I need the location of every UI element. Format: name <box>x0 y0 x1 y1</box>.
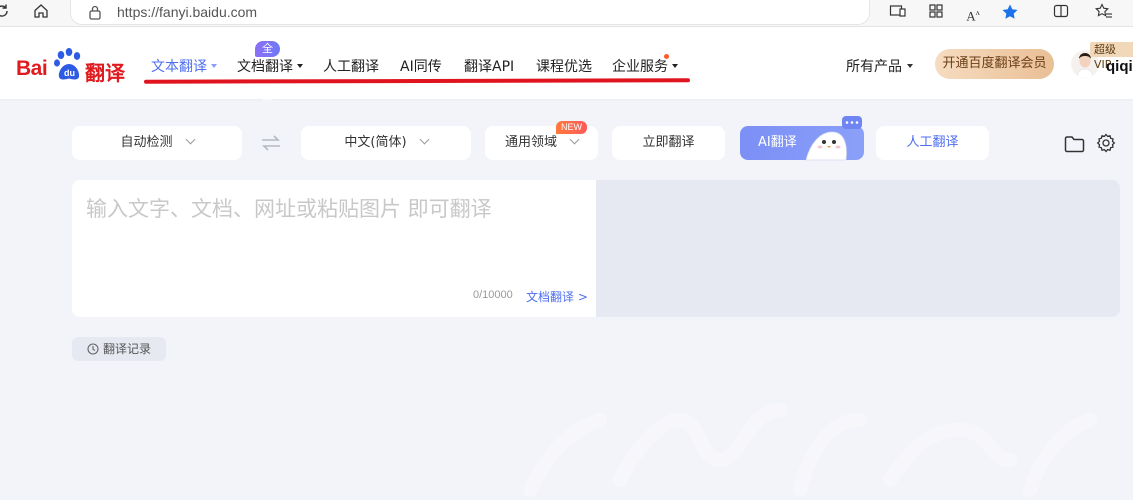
lock-icon[interactable] <box>88 4 102 20</box>
refresh-icon[interactable] <box>0 3 12 23</box>
read-aloud-icon[interactable]: Aʌ <box>963 3 983 23</box>
split-screen-icon[interactable] <box>1051 3 1071 23</box>
favorite-star-icon[interactable] <box>1000 3 1020 23</box>
red-annotation-underline <box>143 78 691 84</box>
logo-text-bai: Bai <box>16 57 48 80</box>
site-header: Bai du 翻译 文本翻译 全新升级 文档翻译 人工翻译 AI同传 翻译API… <box>0 27 1133 103</box>
target-language-label: 中文(简体) <box>344 135 407 150</box>
caret-down-icon <box>907 64 913 68</box>
caret-down-icon <box>672 64 678 68</box>
baidu-fanyi-logo[interactable]: Bai du 翻译 <box>16 45 126 85</box>
source-text-input-placeholder[interactable]: 输入文字、文档、网址或粘贴图片 即可翻译 <box>86 193 492 223</box>
doc-translate-link[interactable]: 文档翻译 > <box>526 288 588 305</box>
address-bar[interactable]: https://fanyi.baidu.com <box>70 0 870 25</box>
hot-dot-indicator <box>664 54 669 59</box>
logo-text-fanyi: 翻译 <box>85 61 125 85</box>
reader-mode-icon[interactable] <box>888 3 908 23</box>
nav-label: 文本翻译 <box>151 59 207 75</box>
translate-now-button[interactable]: 立即翻译 <box>612 126 725 160</box>
nav-courses[interactable]: 课程优选 <box>536 56 592 76</box>
svg-text:du: du <box>64 68 75 78</box>
chevron-down-icon <box>185 134 195 145</box>
apps-icon[interactable] <box>926 3 946 23</box>
clock-icon <box>87 343 99 355</box>
translation-output-panel <box>596 180 1120 317</box>
char-counter: 0/10000 <box>473 289 513 301</box>
target-language-select[interactable]: 中文(简体) <box>301 126 471 160</box>
caret-down-icon <box>211 64 217 68</box>
folder-icon[interactable] <box>1064 135 1085 153</box>
chevron-down-icon <box>569 134 580 145</box>
source-text-panel[interactable]: 输入文字、文档、网址或粘贴图片 即可翻译 0/10000 文档翻译 > <box>72 180 596 317</box>
all-products-menu[interactable]: 所有产品 <box>846 56 913 76</box>
caret-down-icon <box>297 64 303 68</box>
open-vip-button[interactable]: 开通百度翻译会员 <box>935 49 1054 79</box>
nav-text-translate[interactable]: 文本翻译 <box>151 56 217 76</box>
vip-badge: 超级VIP <box>1090 42 1133 71</box>
baidu-paw-icon: du <box>54 48 81 80</box>
nav-human-translate[interactable]: 人工翻译 <box>323 56 379 76</box>
url-text[interactable]: https://fanyi.baidu.com <box>117 4 257 20</box>
chevron-down-icon <box>419 134 430 145</box>
username[interactable]: qiqi <box>1106 58 1133 75</box>
new-badge: NEW <box>556 121 587 134</box>
history-label: 翻译记录 <box>103 342 152 356</box>
all-products-label: 所有产品 <box>846 59 902 75</box>
source-language-label: 自动检测 <box>120 135 173 150</box>
nav-badge-new-upgrade: 全新升级 <box>255 41 280 103</box>
source-language-select[interactable]: 自动检测 <box>72 126 242 160</box>
favorites-icon[interactable] <box>1094 3 1114 23</box>
nav-doc-translate[interactable]: 文档翻译 <box>237 56 303 76</box>
browser-toolbar: https://fanyi.baidu.com Aʌ <box>0 0 1133 27</box>
nav-label: 文档翻译 <box>237 59 293 75</box>
swap-languages-icon[interactable] <box>259 133 283 153</box>
ai-translate-label: AI翻译 <box>758 135 797 150</box>
translation-history-button[interactable]: 翻译记录 <box>72 337 166 361</box>
gear-icon[interactable] <box>1096 133 1116 153</box>
home-icon[interactable] <box>31 3 51 23</box>
nav-label: 企业服务 <box>612 59 668 75</box>
human-translate-button[interactable]: 人工翻译 <box>876 126 989 160</box>
ai-mascot-icon <box>805 116 862 161</box>
nav-enterprise[interactable]: 企业服务 <box>612 56 678 76</box>
domain-label: 通用领域 <box>504 135 557 150</box>
nav-translate-api[interactable]: 翻译API <box>464 56 514 76</box>
nav-ai-interpretation[interactable]: AI同传 <box>400 56 442 76</box>
background-watermark <box>523 403 1097 497</box>
